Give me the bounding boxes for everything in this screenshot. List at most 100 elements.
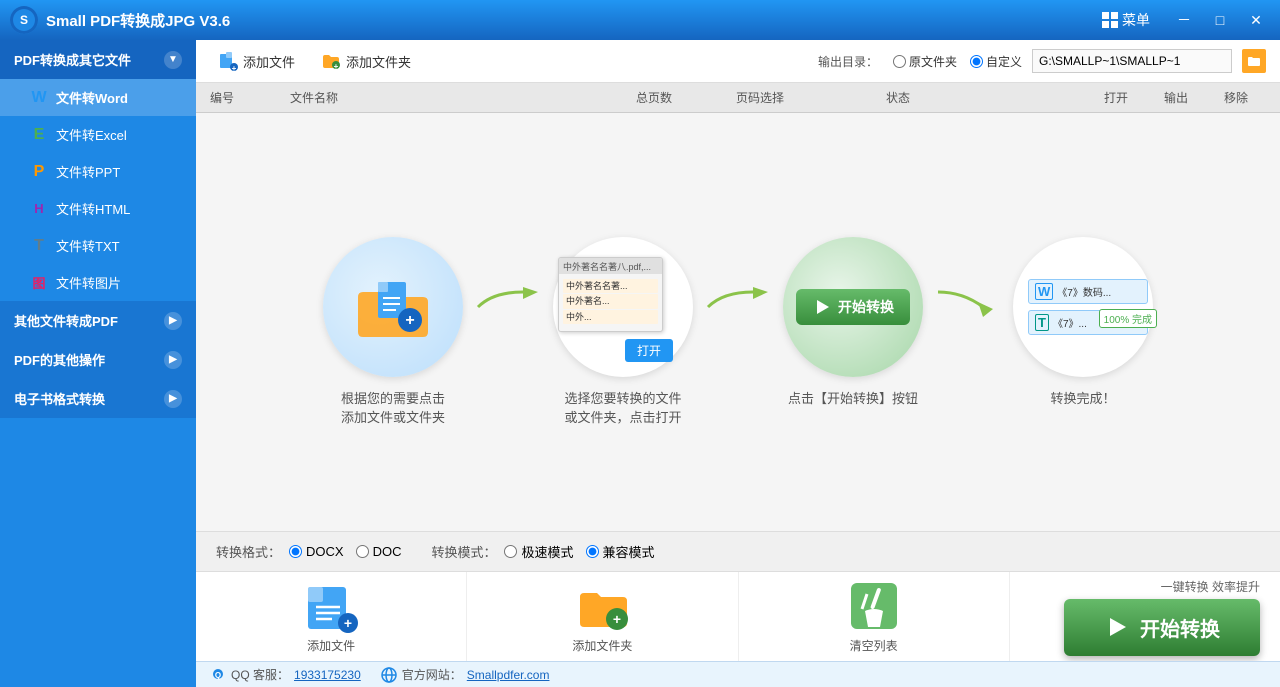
- step4-circle: W 《7》数码... T 《7》... 100% 完成: [1013, 237, 1153, 377]
- radio-fast[interactable]: [504, 545, 517, 558]
- window-controls: 菜单 － □ ✕: [1102, 8, 1270, 32]
- format-bar: 转换格式： DOCX DOC 转换模式：: [196, 531, 1280, 571]
- minimize-button[interactable]: －: [1170, 8, 1198, 32]
- qq-number[interactable]: 1933175230: [294, 668, 361, 682]
- sidebar: PDF转换成其它文件 ▼ W 文件转Word E 文件转Excel P 文件转P…: [0, 40, 196, 687]
- sidebar-section-pdf-convert[interactable]: PDF转换成其它文件 ▼: [0, 40, 196, 79]
- sidebar-item-excel-label: 文件转Excel: [56, 125, 127, 144]
- step4-label: 转换完成！: [1050, 389, 1115, 409]
- col-status: 状态: [886, 89, 1086, 106]
- table-header: 编号 文件名称 总页数 页码选择 状态 打开 输出 移除: [196, 83, 1280, 113]
- col-open: 打开: [1086, 89, 1146, 106]
- browse-folder-button[interactable]: [1242, 49, 1266, 73]
- step1-circle: +: [323, 237, 463, 377]
- add-file-button[interactable]: + 添加文件: [210, 48, 303, 74]
- open-dialog-button[interactable]: 打开: [625, 339, 673, 362]
- sidebar-section-pdf-ops[interactable]: PDF的其他操作 ▶: [0, 340, 196, 379]
- image-icon: 图: [30, 274, 48, 292]
- start-convert-label: 开始转换: [1140, 613, 1220, 642]
- col-page-sel: 页码选择: [736, 89, 886, 106]
- excel-icon: E: [30, 126, 48, 144]
- sidebar-section4-label: 电子书格式转换: [14, 389, 105, 408]
- radio-custom-label[interactable]: 自定义: [970, 53, 1022, 70]
- close-button[interactable]: ✕: [1242, 8, 1270, 32]
- website-link[interactable]: Smallpdfer.com: [467, 668, 550, 682]
- chevron-right-icon: ▶: [164, 312, 182, 330]
- format-type-group: 转换格式： DOCX DOC: [216, 542, 401, 561]
- mode-label: 转换模式：: [431, 542, 496, 561]
- radio-compat[interactable]: [586, 545, 599, 558]
- mode-fast-radio[interactable]: 极速模式: [504, 542, 573, 561]
- quick-add-folder-button[interactable]: + 添加文件夹: [467, 572, 738, 661]
- arrow-3: [933, 237, 1003, 327]
- tutorial-step-2: 中外著名名著八.pdf,... 中外著名名著... 中外著名... 中外... …: [543, 237, 703, 428]
- sidebar-item-excel[interactable]: E 文件转Excel: [0, 116, 196, 153]
- sidebar-item-txt-label: 文件转TXT: [56, 236, 120, 255]
- add-folder-label: 添加文件夹: [346, 52, 411, 71]
- output-dir-label: 输出目录：: [818, 53, 878, 70]
- svg-text:+: +: [613, 611, 621, 627]
- svg-text:+: +: [334, 62, 339, 71]
- sidebar-section1-label: PDF转换成其它文件: [14, 50, 131, 69]
- website-label: 官方网站：: [402, 666, 462, 683]
- tutorial-step-4: W 《7》数码... T 《7》... 100% 完成: [1003, 237, 1163, 409]
- step2-circle: 中外著名名著八.pdf,... 中外著名名著... 中外著名... 中外... …: [553, 237, 693, 377]
- radio-original-label[interactable]: 原文件夹: [893, 53, 957, 70]
- sidebar-section-other-to-pdf[interactable]: 其他文件转成PDF ▶: [0, 301, 196, 340]
- arrow-1: [473, 237, 543, 327]
- add-file-icon: +: [218, 51, 238, 71]
- start-convert-tutorial-button[interactable]: 开始转换: [796, 289, 910, 325]
- maximize-button[interactable]: □: [1206, 8, 1234, 32]
- svg-text:+: +: [344, 615, 352, 631]
- radio-docx[interactable]: [289, 545, 302, 558]
- title-bar: S Small PDF转换成JPG V3.6 菜单 － □ ✕: [0, 0, 1280, 40]
- website-contact: 官方网站： Smallpdfer.com: [381, 666, 550, 683]
- quick-add-file-button[interactable]: + 添加文件: [196, 572, 467, 661]
- word-icon: W: [30, 89, 48, 107]
- svg-text:+: +: [232, 64, 237, 71]
- tutorial-step-3: 开始转换 点击【开始转换】按钮: [773, 237, 933, 409]
- add-folder-button[interactable]: + 添加文件夹: [313, 48, 419, 74]
- sidebar-item-word-label: 文件转Word: [56, 88, 128, 107]
- radio-original[interactable]: [893, 55, 906, 68]
- sidebar-section-ebook[interactable]: 电子书格式转换 ▶: [0, 379, 196, 418]
- main-tutorial-area: + 根据您的需要点击 添加文件或文件夹: [196, 113, 1280, 531]
- content-area: + 添加文件 + 添加文件夹 输出目录：: [196, 40, 1280, 687]
- quick-clear-icon: [847, 579, 901, 633]
- qq-contact: Q QQ 客服： 1933175230: [210, 666, 361, 683]
- tutorial-container: + 根据您的需要点击 添加文件或文件夹: [196, 207, 1280, 438]
- tutorial-step-1: + 根据您的需要点击 添加文件或文件夹: [313, 237, 473, 428]
- output-path-input[interactable]: [1032, 49, 1232, 73]
- quick-clear-list-button[interactable]: 清空列表: [739, 572, 1010, 661]
- quick-add-folder-icon: +: [575, 579, 629, 633]
- col-pages: 总页数: [636, 89, 736, 106]
- radio-custom[interactable]: [970, 55, 983, 68]
- format-label: 转换格式：: [216, 542, 281, 561]
- quick-action-bar: + 添加文件 + 添加文件夹: [196, 571, 1280, 661]
- format-docx-radio[interactable]: DOCX: [289, 544, 344, 559]
- sidebar-item-html[interactable]: H 文件转HTML: [0, 190, 196, 227]
- main-layout: PDF转换成其它文件 ▼ W 文件转Word E 文件转Excel P 文件转P…: [0, 40, 1280, 687]
- format-doc-radio[interactable]: DOC: [356, 544, 402, 559]
- sidebar-item-ppt[interactable]: P 文件转PPT: [0, 153, 196, 190]
- sidebar-item-txt[interactable]: T 文件转TXT: [0, 227, 196, 264]
- start-convert-button[interactable]: 开始转换: [1064, 599, 1260, 656]
- quick-add-file-icon: +: [304, 579, 358, 633]
- sidebar-item-image[interactable]: 图 文件转图片: [0, 264, 196, 301]
- col-name: 文件名称: [290, 89, 636, 106]
- menu-button[interactable]: 菜单: [1102, 10, 1150, 30]
- windows-logo-icon: [1102, 12, 1118, 28]
- quick-clear-label: 清空列表: [850, 637, 898, 654]
- radio-doc[interactable]: [356, 545, 369, 558]
- step1-label: 根据您的需要点击 添加文件或文件夹: [341, 389, 445, 428]
- start-convert-area: 一键转换 效率提升 开始转换: [1010, 578, 1280, 656]
- efficiency-label: 一键转换 效率提升: [1161, 578, 1260, 595]
- mode-compat-radio[interactable]: 兼容模式: [586, 542, 655, 561]
- sidebar-item-word[interactable]: W 文件转Word: [0, 79, 196, 116]
- qq-icon: Q: [210, 667, 226, 683]
- add-file-label: 添加文件: [243, 52, 295, 71]
- output-radio-group: 原文件夹 自定义: [893, 53, 1022, 70]
- sidebar-section3-label: PDF的其他操作: [14, 350, 105, 369]
- step3-circle: 开始转换: [783, 237, 923, 377]
- format-options: DOCX DOC: [289, 544, 401, 559]
